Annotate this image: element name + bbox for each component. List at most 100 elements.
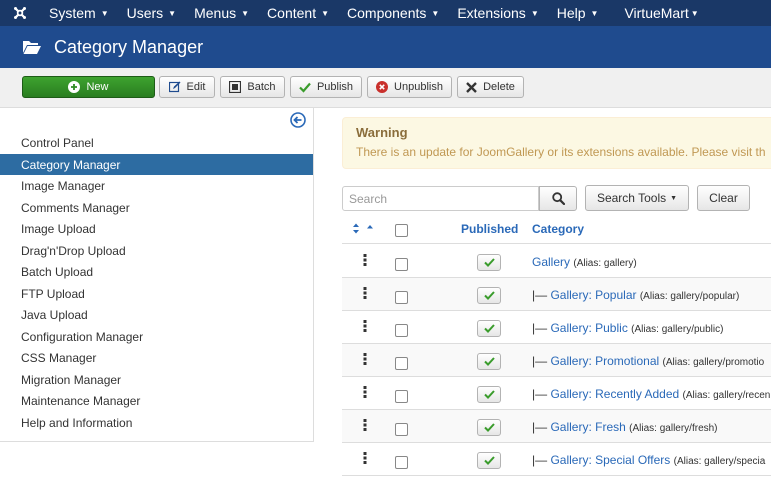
table-row: |— Gallery: Special Offers (Alias: galle… [342, 443, 771, 476]
category-link[interactable]: Gallery [532, 255, 570, 269]
new-button[interactable]: New [22, 76, 155, 98]
nav-system[interactable]: System ▼ [40, 0, 118, 26]
unpublish-button[interactable]: Unpublish [367, 76, 452, 98]
published-toggle[interactable] [477, 386, 501, 403]
category-link[interactable]: Gallery: Fresh [550, 420, 625, 434]
category-link[interactable]: Gallery: Special Offers [550, 453, 670, 467]
delete-button[interactable]: Delete [457, 76, 524, 98]
nav-components[interactable]: Components ▼ [338, 0, 448, 26]
folder-open-icon [23, 41, 41, 54]
nav-extensions[interactable]: Extensions ▼ [448, 0, 547, 26]
search-input[interactable] [342, 186, 539, 211]
sidebar-item-comments-manager[interactable]: Comments Manager [0, 197, 313, 218]
row-checkbox[interactable] [395, 456, 408, 469]
edit-icon [168, 81, 181, 93]
top-navbar: System ▼ Users ▼ Menus ▼ Content ▼ Component… [0, 0, 771, 26]
sidebar-item-ftp-upload[interactable]: FTP Upload [0, 283, 313, 304]
sidebar: Control Panel Category Manager Image Man… [0, 108, 314, 442]
category-cell: Gallery (Alias: gallery) [532, 255, 637, 269]
category-alias: (Alias: gallery/fresh) [629, 423, 718, 434]
sidebar-item-migration-manager[interactable]: Migration Manager [0, 369, 313, 390]
drag-handle-icon[interactable] [363, 253, 367, 267]
select-all-checkbox[interactable] [395, 224, 408, 237]
category-column-header[interactable]: Category [532, 222, 584, 236]
nav-menus[interactable]: Menus ▼ [185, 0, 258, 26]
joomla-logo-icon[interactable] [0, 0, 40, 26]
category-link[interactable]: Gallery: Promotional [550, 354, 659, 368]
update-warning-alert: Warning There is an update for JoomGalle… [342, 117, 771, 169]
row-checkbox[interactable] [395, 423, 408, 436]
caret-down-icon: ▼ [670, 194, 678, 202]
check-icon [483, 423, 495, 432]
page-header: Category Manager [0, 26, 771, 68]
drag-handle-icon[interactable] [363, 418, 367, 432]
warning-text: There is an update for JoomGallery or it… [356, 145, 766, 159]
sidebar-item-dragndrop-upload[interactable]: Drag'n'Drop Upload [0, 240, 313, 261]
row-checkbox[interactable] [395, 390, 408, 403]
nav-help[interactable]: Help ▼ [548, 0, 608, 26]
published-toggle[interactable] [477, 452, 501, 469]
sidebar-item-help-and-information[interactable]: Help and Information [0, 412, 313, 433]
x-icon [466, 81, 477, 93]
caret-down-icon: ▼ [590, 8, 599, 18]
sidebar-item-image-manager[interactable]: Image Manager [0, 175, 313, 196]
check-icon [299, 81, 311, 93]
drag-handle-icon[interactable] [363, 385, 367, 399]
publish-button[interactable]: Publish [290, 76, 362, 98]
warning-title: Warning [356, 125, 408, 140]
search-tools-button[interactable]: Search Tools ▼ [585, 185, 689, 211]
drag-handle-icon[interactable] [363, 286, 367, 300]
category-alias: (Alias: gallery/public) [631, 324, 724, 335]
check-icon [483, 324, 495, 333]
published-toggle[interactable] [477, 320, 501, 337]
published-toggle[interactable] [477, 353, 501, 370]
check-icon [483, 291, 495, 300]
sidebar-item-java-upload[interactable]: Java Upload [0, 304, 313, 325]
sidebar-item-batch-upload[interactable]: Batch Upload [0, 261, 313, 282]
batch-button[interactable]: Batch [220, 76, 285, 98]
nav-content[interactable]: Content ▼ [258, 0, 338, 26]
sidebar-item-category-manager[interactable]: Category Manager [0, 154, 313, 175]
caret-down-icon: ▼ [168, 8, 177, 18]
category-link[interactable]: Gallery: Recently Added [550, 387, 679, 401]
row-checkbox[interactable] [395, 291, 408, 304]
published-toggle[interactable] [477, 419, 501, 436]
clear-button[interactable]: Clear [697, 185, 750, 211]
drag-handle-icon[interactable] [363, 451, 367, 465]
search-icon [551, 192, 565, 205]
caret-down-icon: ▼ [100, 8, 109, 18]
sidebar-item-image-upload[interactable]: Image Upload [0, 218, 313, 239]
plus-circle-icon [68, 81, 81, 93]
drag-handle-icon[interactable] [363, 352, 367, 366]
edit-button[interactable]: Edit [159, 76, 215, 98]
row-checkbox[interactable] [395, 357, 408, 370]
category-cell: |— Gallery: Public (Alias: gallery/publi… [532, 321, 724, 335]
published-column-header[interactable]: Published [461, 222, 518, 236]
published-toggle[interactable] [477, 287, 501, 304]
toolbar: New Edit Batch Publish Unpublish Delete [0, 68, 771, 108]
caret-down-icon: ▼ [241, 8, 250, 18]
category-link[interactable]: Gallery: Public [550, 321, 627, 335]
table-row: |— Gallery: Public (Alias: gallery/publi… [342, 311, 771, 344]
category-alias: (Alias: gallery/recen [682, 390, 771, 401]
sidebar-item-control-panel[interactable]: Control Panel [0, 132, 313, 153]
category-cell: |— Gallery: Promotional (Alias: gallery/… [532, 354, 765, 368]
drag-handle-icon[interactable] [363, 319, 367, 333]
check-icon [483, 258, 495, 267]
nav-users[interactable]: Users ▼ [118, 0, 185, 26]
caret-down-icon: ▼ [690, 8, 699, 18]
x-circle-icon [376, 81, 389, 93]
sidebar-item-css-manager[interactable]: CSS Manager [0, 347, 313, 368]
category-link[interactable]: Gallery: Popular [550, 288, 636, 302]
row-checkbox[interactable] [395, 258, 408, 271]
sort-ordering-icon[interactable] [351, 222, 381, 236]
category-cell: |— Gallery: Popular (Alias: gallery/popu… [532, 288, 740, 302]
published-toggle[interactable] [477, 254, 501, 271]
nav-virtuemart[interactable]: VirtueMart ▼ [615, 0, 707, 26]
sidebar-item-maintenance-manager[interactable]: Maintenance Manager [0, 390, 313, 411]
check-icon [483, 357, 495, 366]
circle-arrow-left-icon[interactable] [290, 112, 306, 128]
sidebar-item-configuration-manager[interactable]: Configuration Manager [0, 326, 313, 347]
row-checkbox[interactable] [395, 324, 408, 337]
search-button[interactable] [539, 186, 577, 211]
